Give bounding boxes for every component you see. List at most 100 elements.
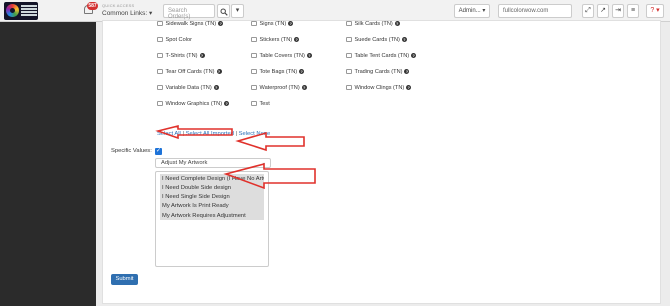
brand-logo[interactable]	[4, 2, 38, 20]
checkbox[interactable]	[157, 20, 163, 27]
order-search-input[interactable]: Search Order(s)	[163, 4, 215, 20]
category-checkbox-item[interactable]: Window Graphics (TN)?	[157, 99, 230, 108]
checkbox[interactable]	[346, 20, 352, 27]
checkbox-label: Table Covers (TN)	[259, 52, 305, 59]
help-icon[interactable]: ?	[401, 37, 407, 42]
checkbox[interactable]	[157, 36, 163, 43]
help-icon[interactable]: ?	[218, 21, 224, 26]
chevron-down-icon: ⌄	[261, 160, 266, 166]
specific-values-dropdown[interactable]: Adjust My Artwork ⌄	[155, 158, 271, 168]
specific-values-listbox[interactable]: I Need Complete Design (I Have No Artw I …	[155, 171, 269, 267]
select-all-link[interactable]: Select All	[157, 131, 181, 137]
checkbox-label: Spot Color	[165, 36, 192, 43]
help-icon[interactable]: ?	[301, 85, 307, 90]
help-icon[interactable]: ?	[394, 21, 400, 26]
checkbox-label: T-Shirts (TN)	[165, 52, 198, 59]
search-button[interactable]	[217, 4, 230, 18]
checkbox[interactable]	[251, 84, 257, 91]
logo-burst-icon	[6, 4, 19, 17]
search-icon	[220, 8, 228, 16]
checkbox[interactable]	[346, 36, 352, 43]
checkbox[interactable]	[157, 100, 163, 107]
category-checkbox-item[interactable]: Table Covers (TN)?	[251, 51, 312, 60]
help-icon[interactable]: ?	[288, 21, 294, 26]
logout-icon[interactable]: ⇥	[612, 4, 624, 18]
fullscreen-icon[interactable]: ⤢	[582, 4, 594, 18]
common-links-dropdown[interactable]: Common Links: ▾	[102, 9, 152, 17]
help-icon[interactable]: ?	[411, 53, 417, 58]
checkbox-label: Stickers (TN)	[259, 36, 293, 43]
select-links: Select All | Select All Imported | Selec…	[157, 131, 271, 137]
listbox-option[interactable]: I Need Double Side design	[160, 183, 264, 192]
notification-count-badge: 587	[87, 2, 98, 10]
checkbox-label: Variable Data (TN)	[165, 84, 212, 91]
checkbox-label: Table Tent Cards (TN)	[354, 52, 410, 59]
checkbox[interactable]	[346, 84, 352, 91]
help-icon[interactable]: ?	[213, 85, 219, 90]
category-checkbox-item[interactable]: Test	[251, 99, 270, 108]
top-bar: 587 QUICK ACCESS Common Links: ▾ Search …	[0, 0, 670, 22]
checkbox-label: Window Clings (TN)	[354, 84, 405, 91]
category-checkbox-item[interactable]: Variable Data (TN)?	[157, 83, 219, 92]
hamburger-menu-icon[interactable]: ≡	[627, 4, 639, 18]
checkbox-label: Waterproof (TN)	[259, 84, 300, 91]
domain-field[interactable]: fullcolorwow.com	[498, 4, 572, 18]
checkbox-label: Trading Cards (TN)	[354, 68, 403, 75]
category-checkbox-item[interactable]: Table Tent Cards (TN)?	[346, 51, 417, 60]
checkbox-label: Tote Bags (TN)	[259, 68, 298, 75]
checkbox[interactable]	[251, 100, 257, 107]
category-checkbox-item[interactable]: T-Shirts (TN)?	[157, 51, 205, 60]
category-checkbox-item[interactable]: Sidewalk Signs (TN)?	[157, 19, 224, 28]
notification-bell-icon[interactable]: 587	[82, 2, 98, 17]
checkbox-label: Tear Off Cards (TN)	[165, 68, 215, 75]
select-all-imported-link[interactable]: Select All Imported	[186, 131, 234, 137]
checkbox[interactable]	[251, 20, 257, 27]
category-checkbox-item[interactable]: Waterproof (TN)?	[251, 83, 307, 92]
help-icon[interactable]: ?	[406, 85, 412, 90]
checkbox[interactable]	[251, 36, 257, 43]
help-icon[interactable]: ?	[299, 69, 305, 74]
help-icon[interactable]: ?	[224, 101, 230, 106]
listbox-option[interactable]: My Artwork Is Print Ready	[160, 202, 264, 211]
checkbox[interactable]	[157, 68, 163, 75]
category-checkbox-item[interactable]: Window Clings (TN)?	[346, 83, 412, 92]
category-checkbox-item[interactable]: Suede Cards (TN)?	[346, 35, 407, 44]
help-icon[interactable]: ?	[404, 69, 410, 74]
category-checkbox-item[interactable]: Trading Cards (TN)?	[346, 67, 410, 76]
specific-values-label: Specific Values:	[111, 148, 152, 154]
checkbox-label: Sidewalk Signs (TN)	[165, 20, 217, 27]
category-checkbox-item[interactable]: Tear Off Cards (TN)?	[157, 67, 222, 76]
checkbox[interactable]	[251, 68, 257, 75]
external-link-icon[interactable]: ↗	[597, 4, 609, 18]
specific-values-checkbox[interactable]: ✓	[155, 148, 162, 155]
search-options-caret-icon[interactable]: ▾	[231, 4, 244, 18]
quick-access-label: QUICK ACCESS	[102, 3, 135, 8]
help-icon[interactable]: ?	[294, 37, 300, 42]
category-checkbox-item[interactable]: Tote Bags (TN)?	[251, 67, 305, 76]
submit-button[interactable]: Submit	[111, 274, 138, 285]
help-icon[interactable]: ?	[216, 69, 222, 74]
main-content: Sidewalk Signs (TN)? Spot Color T-Shirts (…	[96, 20, 670, 306]
listbox-option[interactable]: I Need Complete Design (I Have No Artw	[160, 174, 264, 183]
help-menu-button[interactable]: ? ▾	[646, 4, 664, 18]
listbox-option[interactable]: I Need Single Side Design	[160, 193, 264, 202]
category-checkbox-item[interactable]: Spot Color	[157, 35, 192, 44]
dropdown-selected-value: Adjust My Artwork	[161, 160, 208, 166]
admin-menu-button[interactable]: Admin... ▾	[454, 4, 490, 18]
listbox-option[interactable]: My Artwork Requires Adjustment	[160, 211, 264, 220]
settings-panel: Sidewalk Signs (TN)? Spot Color T-Shirts (…	[102, 20, 661, 304]
help-icon[interactable]: ?	[199, 53, 205, 58]
help-icon[interactable]: ?	[306, 53, 312, 58]
category-checkbox-item[interactable]: Silk Cards (TN)?	[346, 19, 400, 28]
checkbox[interactable]	[157, 84, 163, 91]
checkbox-label: Suede Cards (TN)	[354, 36, 400, 43]
select-none-link[interactable]: Select None	[239, 131, 271, 137]
checkbox[interactable]	[346, 68, 352, 75]
checkbox[interactable]	[346, 52, 352, 59]
checkbox-label: Test	[259, 100, 270, 107]
checkbox-label: Signs (TN)	[259, 20, 287, 27]
checkbox[interactable]	[157, 52, 163, 59]
category-checkbox-item[interactable]: Stickers (TN)?	[251, 35, 300, 44]
category-checkbox-item[interactable]: Signs (TN)?	[251, 19, 294, 28]
checkbox[interactable]	[251, 52, 257, 59]
